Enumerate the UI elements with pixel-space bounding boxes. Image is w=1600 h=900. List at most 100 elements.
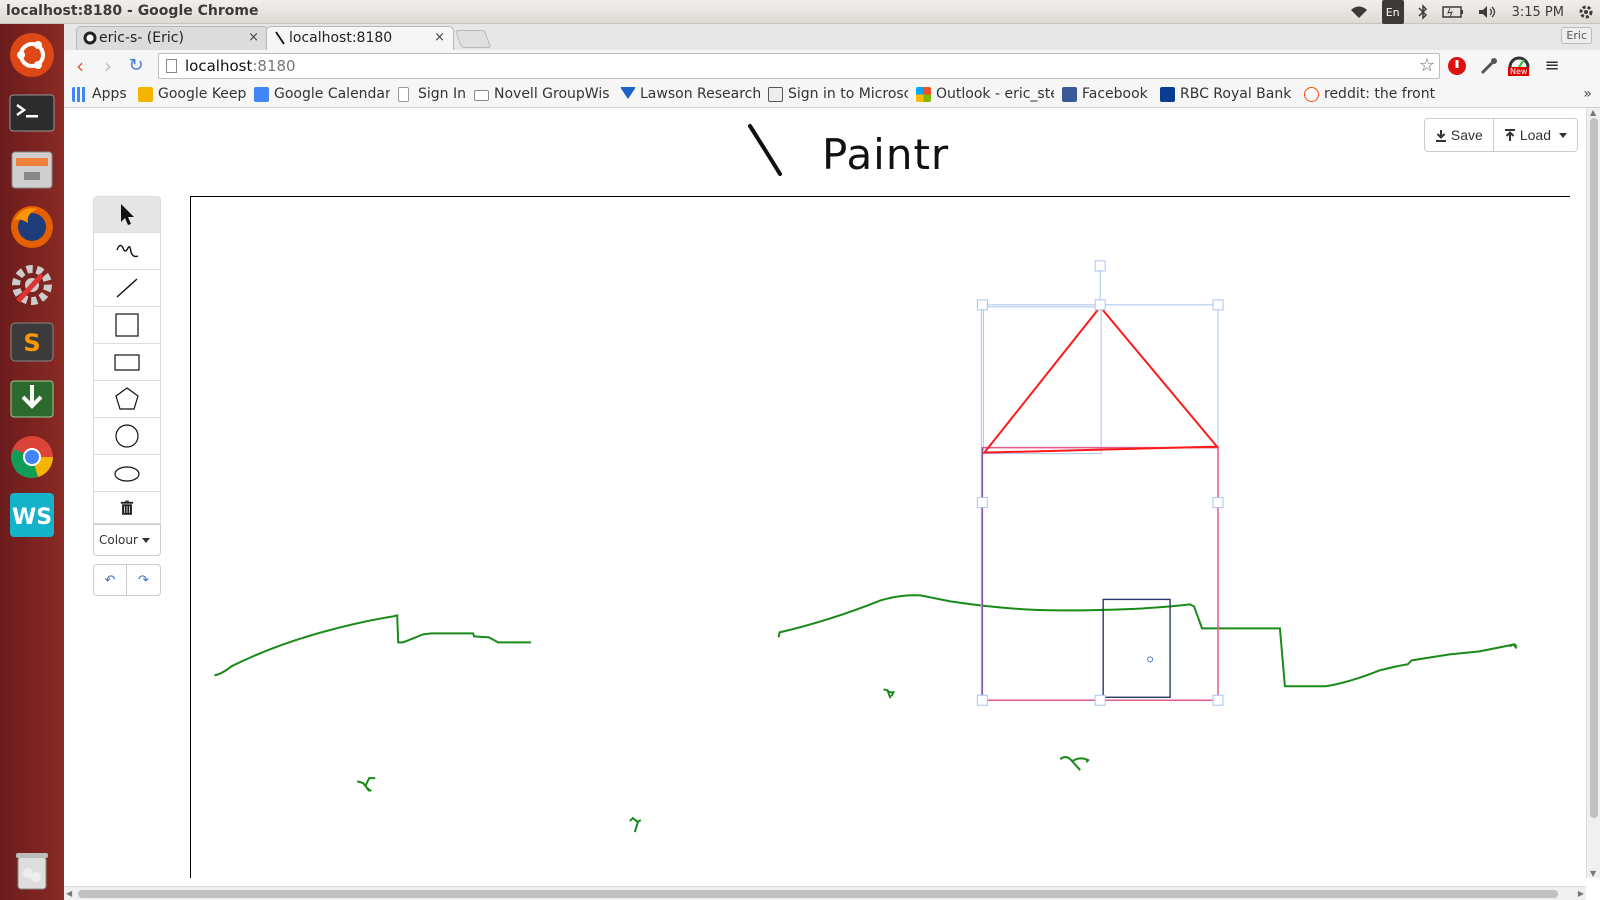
save-button[interactable]: Save bbox=[1423, 118, 1494, 152]
bookmark-label: RBC Royal Bank - bbox=[1180, 86, 1294, 102]
ubuntu-dash-icon[interactable] bbox=[7, 30, 57, 80]
webstorm-icon[interactable]: WS bbox=[7, 490, 57, 540]
ellipse-icon bbox=[114, 466, 140, 482]
colour-dropdown[interactable]: Colour bbox=[93, 524, 161, 556]
grass-tuft[interactable] bbox=[883, 688, 896, 699]
undo-button[interactable]: ↶ bbox=[93, 564, 127, 596]
tab-label: eric-s- (Eric) bbox=[99, 30, 184, 46]
sublime-text-icon[interactable]: S bbox=[7, 317, 57, 367]
resize-handle[interactable] bbox=[1094, 694, 1106, 706]
resize-handle[interactable] bbox=[1212, 497, 1224, 509]
more-bookmarks-button[interactable]: » bbox=[1583, 86, 1592, 102]
tool-palette: Colour ↶ ↷ bbox=[93, 196, 161, 596]
profile-button[interactable]: Eric bbox=[1561, 27, 1592, 44]
freehand-stroke-hill-right[interactable] bbox=[777, 594, 1518, 688]
address-bar[interactable]: localhost:8180 ☆ bbox=[158, 53, 1440, 79]
door-center-handle[interactable] bbox=[1147, 656, 1154, 663]
freehand-tool-button[interactable] bbox=[93, 233, 161, 270]
freehand-stroke-hill-left[interactable] bbox=[214, 614, 532, 677]
rectangle-icon bbox=[114, 354, 140, 371]
bookmark-rbc[interactable]: RBC Royal Bank - bbox=[1160, 86, 1294, 106]
session-gear-icon[interactable] bbox=[1578, 0, 1594, 24]
close-tab-icon[interactable]: × bbox=[248, 30, 259, 45]
house-body-rectangle[interactable] bbox=[981, 446, 1219, 702]
rectangle-tool-button[interactable] bbox=[93, 344, 161, 381]
trash-icon[interactable] bbox=[7, 844, 57, 894]
circle-tool-button[interactable] bbox=[93, 418, 161, 455]
select-tool-button[interactable] bbox=[93, 196, 161, 233]
undo-icon: ↶ bbox=[104, 572, 116, 588]
vertical-scroll-thumb[interactable] bbox=[1590, 118, 1598, 818]
house-door-rectangle[interactable] bbox=[1102, 598, 1171, 698]
bookmark-label: Outlook - eric_ste bbox=[936, 86, 1054, 102]
firefox-icon[interactable] bbox=[7, 202, 57, 252]
redo-button[interactable]: ↷ bbox=[127, 564, 161, 596]
scroll-up-icon[interactable]: ▲ bbox=[1590, 108, 1596, 117]
bookmark-label: Google Keep bbox=[158, 86, 247, 102]
resize-handle[interactable] bbox=[976, 299, 988, 311]
browser-toolbar: ‹ › ↻ localhost:8180 ☆ New ≡ bbox=[64, 50, 1600, 82]
selection-handles[interactable] bbox=[976, 260, 1224, 706]
bookmark-star-icon[interactable]: ☆ bbox=[1419, 55, 1435, 76]
bookmark-google-calendar[interactable]: Google Calendar bbox=[254, 86, 390, 106]
tab-localhost[interactable]: localhost:8180 × bbox=[266, 26, 454, 50]
ellipse-tool-button[interactable] bbox=[93, 455, 161, 492]
chrome-icon[interactable] bbox=[7, 432, 57, 482]
drawing-canvas[interactable] bbox=[190, 196, 1570, 878]
horizontal-scrollbar[interactable]: ◀ ▶ bbox=[64, 886, 1586, 900]
chrome-menu-icon[interactable]: ≡ bbox=[1540, 54, 1564, 78]
files-icon[interactable] bbox=[7, 145, 57, 195]
polygon-tool-button[interactable] bbox=[93, 381, 161, 418]
bookmark-microsoft-sign-in[interactable]: Sign in to Microsc bbox=[768, 86, 908, 106]
system-settings-icon[interactable] bbox=[7, 260, 57, 310]
resize-handle[interactable] bbox=[1212, 299, 1224, 311]
scroll-down-icon[interactable]: ▼ bbox=[1590, 869, 1596, 878]
new-tab-button[interactable] bbox=[454, 30, 492, 48]
forward-icon[interactable]: › bbox=[96, 54, 120, 78]
new-extension-icon[interactable]: New bbox=[1508, 55, 1534, 77]
square-tool-button[interactable] bbox=[93, 307, 161, 344]
delete-tool-button[interactable] bbox=[93, 492, 161, 524]
scroll-right-icon[interactable]: ▶ bbox=[1578, 889, 1584, 898]
line-tool-button[interactable] bbox=[93, 270, 161, 307]
back-icon[interactable]: ‹ bbox=[68, 54, 92, 78]
vertical-scrollbar[interactable]: ▲ ▼ bbox=[1586, 108, 1600, 878]
bookmark-novell-groupwise[interactable]: Novell GroupWis bbox=[474, 86, 612, 106]
resize-handle[interactable] bbox=[1212, 694, 1224, 706]
bookmark-google-keep[interactable]: Google Keep bbox=[138, 86, 248, 106]
software-updater-icon[interactable] bbox=[7, 374, 57, 424]
resize-handle[interactable] bbox=[1094, 299, 1106, 311]
bookmark-lawson-research[interactable]: Lawson Research bbox=[620, 86, 760, 106]
volume-icon[interactable] bbox=[1478, 0, 1498, 24]
scroll-left-icon[interactable]: ◀ bbox=[66, 889, 72, 898]
bookmark-facebook[interactable]: Facebook bbox=[1062, 86, 1152, 106]
wifi-icon[interactable] bbox=[1350, 0, 1368, 24]
redo-icon: ↷ bbox=[138, 572, 149, 588]
keyboard-layout-indicator[interactable]: En bbox=[1381, 0, 1404, 24]
clock[interactable]: 3:15 PM bbox=[1512, 0, 1564, 24]
tab-github[interactable]: eric-s- (Eric) × bbox=[76, 26, 268, 50]
bookmark-outlook[interactable]: Outlook - eric_ste bbox=[916, 86, 1054, 106]
grass-tuft[interactable] bbox=[629, 816, 642, 833]
bookmark-reddit[interactable]: reddit: the front p bbox=[1304, 86, 1440, 106]
paintr-logo-icon bbox=[748, 124, 782, 176]
battery-icon[interactable] bbox=[1441, 0, 1464, 24]
bluetooth-icon[interactable] bbox=[1418, 0, 1428, 24]
bookmark-apps[interactable]: Apps bbox=[72, 86, 132, 106]
page-icon bbox=[166, 59, 177, 73]
load-button[interactable]: Load bbox=[1493, 118, 1578, 152]
adblock-extension-icon[interactable] bbox=[1446, 55, 1468, 77]
bookmark-sign-in[interactable]: Sign In bbox=[398, 86, 468, 106]
terminal-icon[interactable] bbox=[7, 88, 57, 138]
app-title: Paintr bbox=[822, 130, 950, 179]
resize-handle[interactable] bbox=[976, 497, 988, 509]
rotation-handle[interactable] bbox=[1094, 260, 1106, 272]
resize-handle[interactable] bbox=[976, 694, 988, 706]
eyedropper-extension-icon[interactable] bbox=[1478, 55, 1500, 77]
horizontal-scroll-thumb[interactable] bbox=[78, 890, 1558, 898]
close-tab-icon[interactable]: × bbox=[434, 30, 445, 45]
reload-icon[interactable]: ↻ bbox=[124, 54, 148, 78]
grass-tuft[interactable] bbox=[356, 777, 376, 792]
url-port: :8180 bbox=[252, 57, 296, 75]
grass-tuft[interactable] bbox=[1059, 756, 1090, 771]
